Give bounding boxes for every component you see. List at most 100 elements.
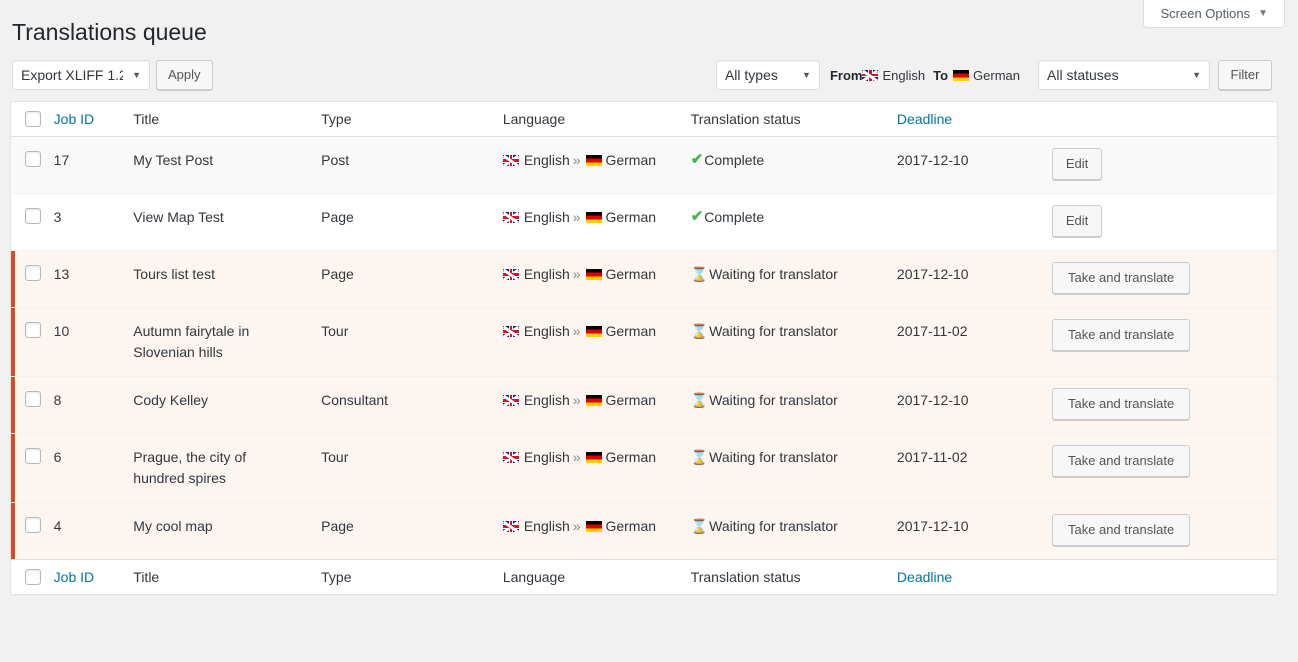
check-icon: ✔ — [691, 207, 704, 227]
take-and-translate-button[interactable]: Take and translate — [1052, 262, 1190, 294]
column-footer-job-id-label: Job ID — [54, 569, 94, 585]
flag-gb-icon — [503, 212, 519, 223]
status-badge: ⌛Waiting for translator — [691, 264, 877, 284]
cell-job-id: 4 — [44, 502, 124, 559]
screen-options-tab[interactable]: Screen Options ▼ — [1143, 0, 1285, 28]
column-footer-translation-status: Translation status — [681, 559, 887, 594]
row-checkbox[interactable] — [25, 517, 41, 533]
row-select-cell — [11, 502, 44, 559]
take-and-translate-button[interactable]: Take and translate — [1052, 319, 1190, 351]
status-text: Complete — [704, 207, 764, 227]
row-checkbox[interactable] — [25, 265, 41, 281]
target-language: German — [605, 449, 656, 465]
cell-language: English» German — [493, 193, 681, 250]
target-language: German — [605, 209, 656, 225]
language-pair: English» German — [503, 390, 671, 411]
cell-deadline: 2017-12-10 — [887, 137, 1042, 193]
column-footer-deadline[interactable]: Deadline — [887, 559, 1042, 594]
cell-title: Tours list test — [123, 250, 311, 307]
row-select-cell — [11, 193, 44, 250]
table-row: 8Cody KelleyConsultantEnglish» German⌛Wa… — [11, 376, 1277, 433]
row-checkbox[interactable] — [25, 151, 41, 167]
status-badge: ⌛Waiting for translator — [691, 390, 877, 410]
status-text: Waiting for translator — [709, 390, 838, 410]
page-wrap: Translations queue Export XLIFF 1.2 ▼ Ap… — [0, 0, 1298, 595]
language-arrow-icon: » — [573, 449, 581, 465]
cell-type: Tour — [311, 433, 493, 502]
status-text: Waiting for translator — [709, 447, 838, 467]
type-filter-select[interactable]: All types — [716, 60, 820, 90]
table-head: Job ID Title Type Language Translation s… — [11, 102, 1277, 137]
flag-de-icon — [586, 452, 602, 463]
source-language: English — [524, 449, 570, 465]
from-language: English — [882, 68, 925, 83]
column-header-job-id[interactable]: Job ID — [44, 102, 124, 137]
cell-title: View Map Test — [123, 193, 311, 250]
select-all-checkbox-top[interactable] — [25, 111, 41, 127]
language-arrow-icon: » — [573, 209, 581, 225]
row-checkbox[interactable] — [25, 322, 41, 338]
cell-deadline: 2017-12-10 — [887, 502, 1042, 559]
column-footer-language: Language — [493, 559, 681, 594]
cell-job-id: 8 — [44, 376, 124, 433]
row-checkbox[interactable] — [25, 208, 41, 224]
cell-translation-status: ⌛Waiting for translator — [681, 433, 887, 502]
row-checkbox[interactable] — [25, 448, 41, 464]
status-filter-select-wrap: All statuses ▼ — [1038, 60, 1210, 90]
row-select-cell — [11, 376, 44, 433]
edit-button[interactable]: Edit — [1052, 205, 1102, 237]
cell-title: Cody Kelley — [123, 376, 311, 433]
row-checkbox[interactable] — [25, 391, 41, 407]
cell-job-id: 6 — [44, 433, 124, 502]
cell-translation-status: ✔Complete — [681, 137, 887, 193]
filters-group: All types ▼ From English To German All s… — [716, 60, 1272, 90]
edit-button[interactable]: Edit — [1052, 148, 1102, 180]
select-all-checkbox-bottom[interactable] — [25, 569, 41, 585]
from-label: From — [830, 68, 863, 83]
bulk-actions-group: Export XLIFF 1.2 ▼ Apply — [12, 60, 213, 90]
column-header-deadline-label: Deadline — [897, 111, 952, 127]
translations-queue-table: Job ID Title Type Language Translation s… — [10, 101, 1278, 595]
cell-title: My Test Post — [123, 137, 311, 193]
column-header-deadline[interactable]: Deadline — [887, 102, 1042, 137]
language-pair: English» German — [503, 447, 671, 468]
status-filter-select[interactable]: All statuses — [1038, 60, 1210, 90]
cell-translation-status: ⌛Waiting for translator — [681, 250, 887, 307]
target-language: German — [605, 323, 656, 339]
apply-button[interactable]: Apply — [156, 60, 213, 90]
language-arrow-icon: » — [573, 323, 581, 339]
status-text: Complete — [704, 150, 764, 170]
table-row: 10Autumn fairytale in Slovenian hillsTou… — [11, 307, 1277, 376]
cell-language: English» German — [493, 502, 681, 559]
cell-deadline: 2017-12-10 — [887, 376, 1042, 433]
flag-de-icon — [586, 155, 602, 166]
take-and-translate-button[interactable]: Take and translate — [1052, 514, 1190, 546]
cell-actions: Take and translate — [1042, 376, 1277, 433]
bulk-action-select[interactable]: Export XLIFF 1.2 — [12, 60, 150, 90]
status-badge: ⌛Waiting for translator — [691, 516, 877, 536]
table-header-row: Job ID Title Type Language Translation s… — [11, 102, 1277, 137]
hourglass-icon: ⌛ — [691, 321, 708, 341]
target-language: German — [605, 392, 656, 408]
bulk-action-select-wrap: Export XLIFF 1.2 ▼ — [12, 60, 150, 90]
language-arrow-icon: » — [573, 266, 581, 282]
flag-gb-icon — [503, 326, 519, 337]
cell-deadline: 2017-11-02 — [887, 433, 1042, 502]
chevron-down-icon: ▼ — [1258, 9, 1268, 19]
flag-gb-icon — [862, 70, 878, 81]
cell-actions: Take and translate — [1042, 250, 1277, 307]
column-footer-actions — [1042, 559, 1277, 594]
check-icon: ✔ — [691, 150, 704, 170]
take-and-translate-button[interactable]: Take and translate — [1052, 388, 1190, 420]
flag-de-icon — [586, 212, 602, 223]
cell-type: Post — [311, 137, 493, 193]
row-select-cell — [11, 307, 44, 376]
cell-actions: Edit — [1042, 137, 1277, 193]
status-text: Waiting for translator — [709, 321, 838, 341]
filter-button[interactable]: Filter — [1218, 60, 1272, 90]
language-arrow-icon: » — [573, 518, 581, 534]
select-all-footer — [11, 559, 44, 594]
flag-de-icon — [586, 521, 602, 532]
column-footer-job-id[interactable]: Job ID — [44, 559, 124, 594]
take-and-translate-button[interactable]: Take and translate — [1052, 445, 1190, 477]
